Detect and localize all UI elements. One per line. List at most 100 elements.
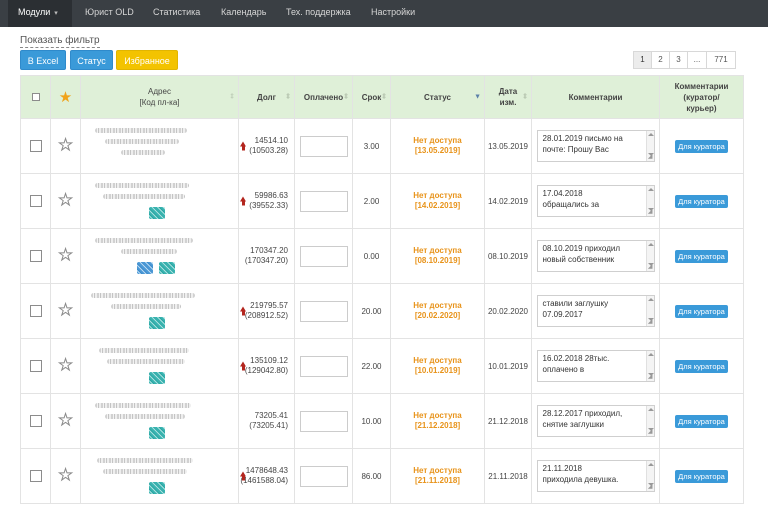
- row-checkbox[interactable]: [29, 305, 42, 317]
- table-row[interactable]: ★ 1478648.43 (1461588.04) 86.00 Нет дост…: [20, 448, 744, 504]
- debt-header[interactable]: Долг ⇕: [238, 75, 295, 119]
- status-label: Нет доступа: [413, 411, 462, 420]
- paid-input[interactable]: [299, 300, 348, 322]
- page-last[interactable]: 771: [706, 51, 736, 69]
- star-outline-icon[interactable]: ★: [58, 412, 73, 429]
- paid-input[interactable]: [299, 190, 348, 212]
- resize-grip-icon[interactable]: ◢: [648, 209, 653, 215]
- table-row[interactable]: ★ 14514.10 (10503.28) 3.00 Нет доступа […: [20, 118, 744, 174]
- star-outline-icon[interactable]: ★: [58, 137, 73, 154]
- sort-icon: ⇕: [522, 93, 528, 101]
- comment-textarea[interactable]: 08.10.2019 приходил новый собственник ◢: [536, 240, 655, 272]
- comment-textarea[interactable]: 28.01.2019 письмо на почте: Прошу Вас ◢: [536, 130, 655, 162]
- paid-header[interactable]: Оплачено ⇕: [294, 75, 353, 119]
- table-row[interactable]: ★ 73205.41 (73205.41) 10.00 Нет доступа …: [20, 393, 744, 449]
- comment-line-1: 17.04.2018: [542, 189, 583, 198]
- term-header[interactable]: Срок ⇕: [352, 75, 391, 119]
- page-1[interactable]: 1: [633, 51, 652, 69]
- table-row[interactable]: ★ 219795.57 (208912.52) 20.00 Нет доступ…: [20, 283, 744, 339]
- comment-textarea[interactable]: ставили заглушку 07.09.2017 ◢: [536, 295, 655, 327]
- comment-line-1: ставили заглушку: [542, 299, 609, 308]
- date-cell: 13.05.2019: [484, 118, 532, 174]
- date-header[interactable]: Дата изм. ⇕: [484, 75, 532, 119]
- nav-item-modules[interactable]: Модули ▾: [8, 0, 72, 27]
- address-header[interactable]: Адрес [Код пл-ка] ⇕: [80, 75, 239, 119]
- select-all-checkbox[interactable]: [31, 93, 40, 102]
- paid-cell: [294, 448, 353, 504]
- comment-textarea[interactable]: 28.12.2017 приходил, снятие заглушки ◢: [536, 405, 655, 437]
- status-button[interactable]: Статус: [70, 50, 113, 70]
- nav-item-calendar[interactable]: Календарь: [221, 0, 266, 27]
- row-checkbox[interactable]: [29, 140, 42, 152]
- row-favorite-cell: ★: [50, 118, 81, 174]
- star-outline-icon[interactable]: ★: [58, 357, 73, 374]
- sort-icon: ⇕: [343, 93, 349, 101]
- page-ellipsis[interactable]: ...: [687, 51, 707, 69]
- for-curator-button[interactable]: Для куратора: [675, 194, 728, 208]
- comment-textarea[interactable]: 16.02.2018 28тыс. оплачено в ◢: [536, 350, 655, 382]
- for-curator-button[interactable]: Для куратора: [675, 414, 728, 428]
- comments-header: Комментарии: [531, 75, 660, 119]
- resize-grip-icon[interactable]: ◢: [648, 484, 653, 490]
- comment-line-2: снятие заглушки: [542, 420, 604, 429]
- row-checkbox[interactable]: [29, 415, 42, 427]
- curator-cell: Для куратора: [659, 228, 744, 284]
- row-checkbox[interactable]: [29, 250, 42, 262]
- row-checkbox[interactable]: [29, 360, 42, 372]
- comment-textarea[interactable]: 21.11.2018 приходила девушка. ◢: [536, 460, 655, 492]
- address-header-sub: [Код пл-ка]: [139, 98, 180, 107]
- table-row[interactable]: ★ 59986.63 (39552.33) 2.00 Нет доступа […: [20, 173, 744, 229]
- paid-header-label: Оплачено: [303, 92, 344, 102]
- paid-input[interactable]: [299, 245, 348, 267]
- curator-header-line-2: (куратор/: [683, 92, 720, 102]
- table-row[interactable]: ★ 170347.20 (170347.20) 0.00 Нет доступа…: [20, 228, 744, 284]
- row-select-cell: [20, 228, 51, 284]
- nav-item-lawyer-old[interactable]: Юрист OLD: [85, 0, 134, 27]
- show-filter-link[interactable]: Показать фильтр: [20, 35, 100, 48]
- paid-input[interactable]: [299, 465, 348, 487]
- status-date: [10.01.2019]: [414, 366, 461, 375]
- address-cell: [80, 173, 239, 229]
- resize-grip-icon[interactable]: ◢: [648, 429, 653, 435]
- row-checkbox[interactable]: [29, 470, 42, 482]
- export-excel-button[interactable]: В Excel: [20, 50, 66, 70]
- debts-table: ★ Адрес [Код пл-ка] ⇕ Долг ⇕ Оплачено ⇕ Ср…: [20, 75, 744, 504]
- resize-grip-icon[interactable]: ◢: [648, 374, 653, 380]
- nav-item-settings[interactable]: Настройки: [371, 0, 415, 27]
- row-favorite-cell: ★: [50, 228, 81, 284]
- status-header[interactable]: Статус ▼: [390, 75, 485, 119]
- for-curator-button[interactable]: Для куратора: [675, 139, 728, 153]
- for-curator-button[interactable]: Для куратора: [675, 249, 728, 263]
- paid-input[interactable]: [299, 135, 348, 157]
- table-row[interactable]: ★ 135109.12 (129042.80) 22.00 Нет доступ…: [20, 338, 744, 394]
- paid-input[interactable]: [299, 410, 348, 432]
- sort-icon: ⇕: [285, 93, 291, 101]
- address-cell: [80, 448, 239, 504]
- resize-grip-icon[interactable]: ◢: [648, 154, 653, 160]
- row-select-cell: [20, 448, 51, 504]
- status-header-label: Статус: [424, 92, 451, 102]
- nav-item-statistics[interactable]: Статистика: [153, 0, 200, 27]
- resize-grip-icon[interactable]: ◢: [648, 319, 653, 325]
- address-cell: [80, 393, 239, 449]
- star-outline-icon[interactable]: ★: [58, 467, 73, 484]
- nav-item-support[interactable]: Тех. поддержка: [286, 0, 351, 27]
- page-3[interactable]: 3: [669, 51, 688, 69]
- star-outline-icon[interactable]: ★: [58, 192, 73, 209]
- page-2[interactable]: 2: [651, 51, 670, 69]
- for-curator-button[interactable]: Для куратора: [675, 359, 728, 373]
- status-cell: Нет доступа [14.02.2019]: [390, 173, 485, 229]
- row-checkbox[interactable]: [29, 195, 42, 207]
- for-curator-button[interactable]: Для куратора: [675, 469, 728, 483]
- for-curator-button[interactable]: Для куратора: [675, 304, 728, 318]
- comment-textarea[interactable]: 17.04.2018 обращались за ◢: [536, 185, 655, 217]
- star-outline-icon[interactable]: ★: [58, 247, 73, 264]
- arrow-up-icon: [240, 471, 247, 481]
- row-favorite-cell: ★: [50, 283, 81, 339]
- paid-input[interactable]: [299, 355, 348, 377]
- resize-grip-icon[interactable]: ◢: [648, 264, 653, 270]
- address-cell: [80, 118, 239, 174]
- favorites-button[interactable]: Избранное: [116, 50, 178, 70]
- star-outline-icon[interactable]: ★: [58, 302, 73, 319]
- debt-original: (73205.41): [249, 421, 288, 430]
